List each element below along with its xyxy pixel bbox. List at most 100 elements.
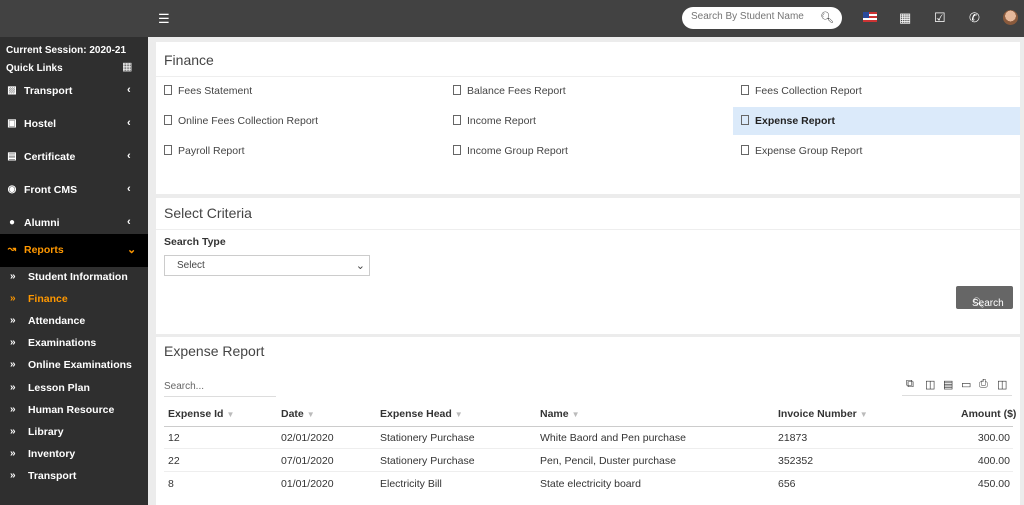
link-label: Balance Fees Report — [467, 85, 566, 97]
sort-icon: ▼ — [454, 410, 463, 419]
double-chevron-right-icon: » — [10, 359, 16, 370]
quick-links-grid-icon[interactable]: ▦ — [122, 60, 132, 73]
double-chevron-right-icon: » — [10, 382, 16, 393]
sidebar-item-certificate[interactable]: ▤ Certificate ‹ — [0, 141, 148, 174]
document-icon — [164, 115, 172, 125]
submenu-item-human-resource[interactable]: » Human Resource — [0, 400, 148, 422]
search-type-label: Search Type — [164, 236, 226, 248]
link-income-group-report[interactable]: Income Group Report — [445, 137, 733, 165]
submenu-item-library[interactable]: » Library — [0, 422, 148, 444]
double-chevron-right-icon: » — [10, 404, 16, 415]
sidebar-item-hostel[interactable]: ▣ Hostel ‹ — [0, 108, 148, 141]
search-button[interactable]: 🔍︎ Search — [956, 286, 1013, 309]
submenu-item-online-examinations[interactable]: » Online Examinations — [0, 355, 148, 377]
calendar-icon[interactable]: ▦ — [899, 11, 911, 25]
cell-amount: 400.00 — [977, 455, 1010, 467]
cell-expense-head: Stationery Purchase — [380, 455, 475, 467]
link-fees-collection-report[interactable]: Fees Collection Report — [733, 77, 1020, 105]
sort-icon: ▼ — [859, 410, 868, 419]
submenu-item-attendance[interactable]: » Attendance — [0, 311, 148, 333]
link-income-report[interactable]: Income Report — [445, 107, 733, 135]
submenu-item-label: Library — [28, 426, 64, 438]
expense-report-panel: Expense Report Search... ⧉ ◫ ▤ ▭ ⎙ ◫ Exp… — [156, 337, 1020, 505]
csv-icon[interactable]: ▤ — [943, 378, 953, 391]
excel-icon[interactable]: ◫ — [925, 378, 935, 391]
submenu-item-label: Human Resource — [28, 404, 115, 416]
search-icon[interactable]: 🔍︎ — [820, 11, 834, 24]
link-label: Online Fees Collection Report — [178, 115, 319, 127]
columns-icon[interactable]: ◫ — [997, 378, 1007, 391]
search-type-value: Select — [177, 260, 205, 271]
cell-name: Pen, Pencil, Duster purchase — [540, 455, 676, 467]
column-header-expense-id[interactable]: Expense Id ▼ — [168, 408, 234, 420]
submenu-item-examinations[interactable]: » Examinations — [0, 333, 148, 355]
link-balance-fees-report[interactable]: Balance Fees Report — [445, 77, 733, 105]
student-search-box[interactable]: 🔍︎ — [682, 7, 842, 29]
column-header-date[interactable]: Date ▼ — [281, 408, 315, 420]
search-type-select[interactable]: Select ⌄ — [164, 255, 370, 276]
chevron-down-icon: ⌄ — [355, 260, 365, 272]
building-icon: ▣ — [7, 118, 17, 129]
sidebar-item-transport[interactable]: ▨ Transport ‹ — [0, 75, 148, 108]
table-row: 12 02/01/2020 Stationery Purchase White … — [164, 426, 1013, 449]
double-chevron-right-icon: » — [10, 271, 16, 282]
task-checkbox-icon[interactable]: ☑ — [934, 11, 946, 25]
sidebar-item-label: Alumni — [24, 217, 60, 229]
cell-amount: 450.00 — [977, 478, 1010, 490]
us-flag-icon[interactable] — [863, 12, 877, 22]
document-icon — [741, 115, 749, 125]
submenu-item-label: Finance — [28, 293, 68, 305]
search-button-label: Search — [972, 298, 1004, 309]
chevron-left-icon: ‹ — [127, 183, 131, 195]
link-payroll-report[interactable]: Payroll Report — [156, 137, 444, 165]
double-chevron-right-icon: » — [10, 293, 16, 304]
cell-expense-head: Stationery Purchase — [380, 432, 475, 444]
finance-panel: Finance Fees Statement Balance Fees Repo… — [156, 42, 1020, 194]
column-header-name[interactable]: Name ▼ — [540, 408, 580, 420]
column-header-amount[interactable]: Amount ($) — [961, 408, 1016, 420]
cell-expense-id: 8 — [168, 478, 174, 490]
pdf-icon[interactable]: ▭ — [961, 378, 971, 391]
cell-date: 01/01/2020 — [281, 478, 334, 490]
cell-expense-head: Electricity Bill — [380, 478, 442, 490]
cell-amount: 300.00 — [977, 432, 1010, 444]
copy-icon[interactable]: ⧉ — [906, 378, 914, 391]
current-session-label: Current Session: 2020-21 — [6, 45, 127, 56]
quick-links-label[interactable]: Quick Links — [6, 63, 63, 74]
link-label: Expense Report — [755, 115, 835, 127]
sort-icon: ▼ — [306, 410, 315, 419]
criteria-title: Select Criteria — [164, 205, 252, 221]
user-avatar[interactable] — [1003, 10, 1018, 25]
sidebar-item-reports[interactable]: ↝ Reports ⌄ — [0, 234, 148, 267]
column-header-invoice-number[interactable]: Invoice Number ▼ — [778, 408, 868, 420]
submenu-item-student-information[interactable]: » Student Information — [0, 267, 148, 289]
whatsapp-icon[interactable]: ✆ — [969, 11, 980, 25]
link-expense-group-report[interactable]: Expense Group Report — [733, 137, 1020, 165]
print-icon[interactable]: ⎙ — [979, 378, 988, 391]
sidebar-item-front-cms[interactable]: ◉ Front CMS ‹ — [0, 174, 148, 207]
link-online-fees-collection-report[interactable]: Online Fees Collection Report — [156, 107, 444, 135]
link-expense-report[interactable]: Expense Report — [733, 107, 1020, 135]
submenu-item-inventory[interactable]: » Inventory — [0, 444, 148, 466]
chevron-left-icon: ‹ — [127, 117, 131, 129]
submenu-item-label: Online Examinations — [28, 359, 132, 371]
link-fees-statement[interactable]: Fees Statement — [156, 77, 444, 105]
chevron-left-icon: ‹ — [127, 84, 131, 96]
column-header-expense-head[interactable]: Expense Head ▼ — [380, 408, 463, 420]
cell-name: State electricity board — [540, 478, 641, 490]
globe-icon: ◉ — [7, 184, 17, 195]
table-row: 8 01/01/2020 Electricity Bill State elec… — [164, 472, 1013, 495]
cell-invoice-number: 352352 — [778, 455, 814, 467]
cell-name: White Baord and Pen purchase — [540, 432, 686, 444]
submenu-item-transport[interactable]: » Transport — [0, 466, 148, 488]
submenu-item-finance[interactable]: » Finance — [0, 289, 148, 311]
cell-expense-id: 12 — [168, 432, 180, 444]
student-search-input[interactable] — [691, 11, 809, 22]
table-search-input[interactable]: Search... — [164, 381, 276, 397]
sidebar-item-label: Reports — [24, 244, 64, 256]
hamburger-menu-icon[interactable]: ☰ — [158, 12, 170, 25]
table-row: 22 07/01/2020 Stationery Purchase Pen, P… — [164, 449, 1013, 472]
submenu-item-lesson-plan[interactable]: » Lesson Plan — [0, 378, 148, 400]
double-chevron-right-icon: » — [10, 470, 16, 481]
document-icon — [164, 85, 172, 95]
